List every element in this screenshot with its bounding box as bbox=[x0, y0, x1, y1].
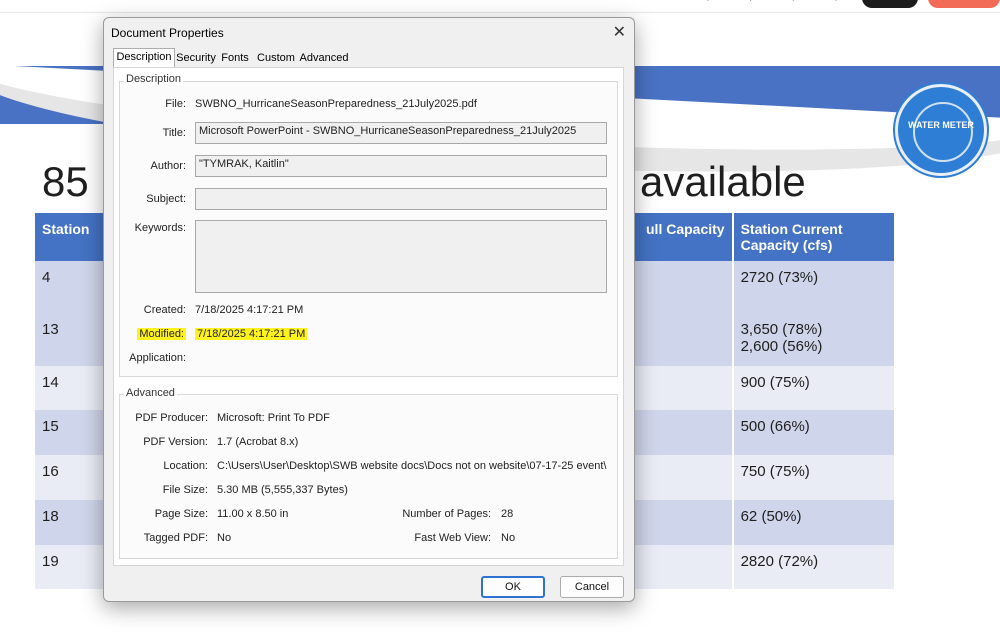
file-size-label: File Size: bbox=[162, 484, 208, 496]
current-capacity-cell: 750 (75%) bbox=[733, 455, 894, 500]
tab-description[interactable]: Description bbox=[113, 48, 175, 68]
swbno-logo: WATER METER bbox=[895, 84, 987, 176]
current-capacity-cell: 3,650 (78%) 2,600 (56%) bbox=[733, 313, 894, 366]
location-label: Location: bbox=[163, 460, 208, 472]
tagged-pdf-label: Tagged PDF: bbox=[143, 532, 208, 544]
advanced-group-title: Advanced bbox=[124, 387, 177, 399]
application-label: Application: bbox=[129, 352, 186, 364]
ok-button[interactable]: OK bbox=[481, 576, 545, 598]
keywords-field[interactable] bbox=[195, 220, 607, 293]
subject-field[interactable] bbox=[195, 188, 607, 210]
current-capacity-cell: 62 (50%) bbox=[733, 500, 894, 545]
current-capacity-cell: 900 (75%) bbox=[733, 366, 894, 410]
file-value: SWBNO_HurricaneSeasonPreparedness_21July… bbox=[195, 98, 477, 110]
tab-advanced[interactable]: Advanced bbox=[299, 50, 349, 67]
current-capacity-cell: 2820 (72%) bbox=[733, 545, 894, 589]
location-value: C:\Users\User\Desktop\SWB website docs\D… bbox=[217, 460, 607, 472]
file-label: File: bbox=[165, 98, 186, 110]
fast-web-view-label: Fast Web View: bbox=[414, 532, 491, 544]
pdf-producer-value: Microsoft: Print To PDF bbox=[217, 412, 330, 424]
pdf-producer-label: PDF Producer: bbox=[135, 412, 208, 424]
toolbar-accent-button[interactable] bbox=[928, 0, 1000, 8]
author-field[interactable]: "TYMRAK, Kaitlin" bbox=[195, 155, 607, 177]
num-pages-value: 28 bbox=[501, 508, 514, 520]
toolbar-dark-button[interactable] bbox=[862, 0, 918, 8]
page-size-value: 11.00 x 8.50 in bbox=[217, 508, 289, 520]
cancel-button[interactable]: Cancel bbox=[560, 576, 624, 598]
fast-web-view-value: No bbox=[501, 532, 516, 544]
page-size-label: Page Size: bbox=[154, 508, 208, 520]
header-current-capacity: Station Current Capacity (cfs) bbox=[733, 213, 894, 261]
pdf-version-value: 1.7 (Acrobat 8.x) bbox=[217, 436, 299, 448]
current-capacity-cell: 500 (66%) bbox=[733, 410, 894, 455]
num-pages-label: Number of Pages: bbox=[402, 508, 491, 520]
dialog-title: Document Properties bbox=[111, 26, 224, 40]
subject-label: Subject: bbox=[146, 193, 186, 205]
created-label: Created: bbox=[143, 304, 186, 316]
slide-title-start: 85 bbox=[42, 158, 89, 205]
author-label: Author: bbox=[150, 160, 186, 172]
current-capacity-cell: 2720 (73%) bbox=[733, 261, 894, 313]
keywords-label: Keywords: bbox=[134, 222, 186, 234]
pdf-version-label: PDF Version: bbox=[143, 436, 208, 448]
tagged-pdf-value: No bbox=[217, 532, 232, 544]
file-size-value: 5.30 MB (5,555,337 Bytes) bbox=[217, 484, 348, 496]
modified-value: 7/18/2025 4:17:21 PM bbox=[195, 328, 308, 340]
document-properties-dialog: Document Properties ✕ Description Securi… bbox=[103, 17, 635, 602]
slide-title-end: available bbox=[640, 158, 806, 205]
created-value: 7/18/2025 4:17:21 PM bbox=[195, 304, 304, 316]
tab-custom[interactable]: Custom bbox=[256, 50, 296, 67]
title-field[interactable]: Microsoft PowerPoint - SWBNO_HurricaneSe… bbox=[195, 122, 607, 144]
header-full-capacity: ull Capacity bbox=[639, 213, 734, 261]
tab-fonts[interactable]: Fonts bbox=[218, 50, 252, 67]
tab-security[interactable]: Security bbox=[175, 50, 217, 67]
description-group-title: Description bbox=[124, 73, 184, 85]
modified-label: Modified: bbox=[137, 328, 186, 340]
toolbar-icons: · · · · bbox=[706, 0, 856, 6]
logo-ring bbox=[913, 102, 973, 162]
logo-text: WATER METER bbox=[908, 120, 974, 130]
close-icon[interactable]: ✕ bbox=[613, 22, 626, 42]
browser-top-strip: · · · · bbox=[0, 0, 1000, 13]
description-panel: Description File: SWBNO_HurricaneSeasonP… bbox=[113, 67, 624, 566]
title-label: Title: bbox=[162, 127, 186, 139]
